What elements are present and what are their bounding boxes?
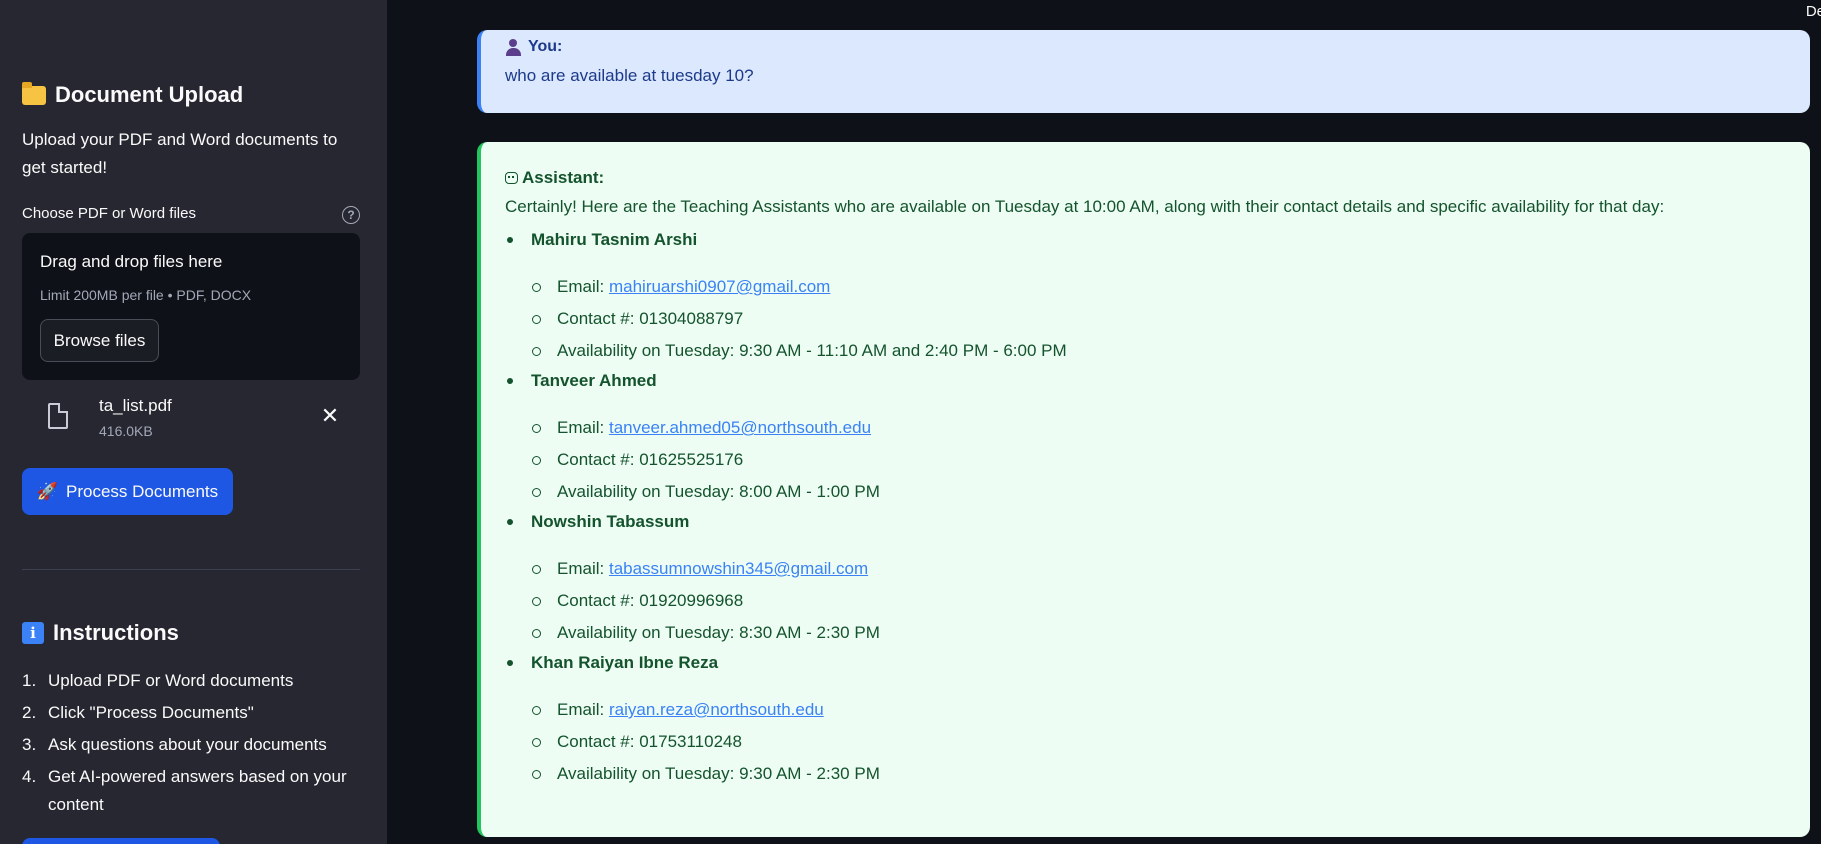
ta-list: Mahiru Tasnim Arshi Email: mahiruarshi09… — [505, 226, 1067, 790]
email-link[interactable]: raiyan.reza@northsouth.edu — [609, 700, 824, 719]
ta-availability: Availability on Tuesday: 8:00 AM - 1:00 … — [505, 476, 1067, 508]
process-documents-button[interactable]: 🚀 Process Documents — [22, 468, 233, 515]
list-item: Mahiru Tasnim Arshi Email: mahiruarshi09… — [505, 226, 1067, 367]
list-item: Khan Raiyan Ibne Reza Email: raiyan.reza… — [505, 649, 1067, 790]
ta-availability: Availability on Tuesday: 8:30 AM - 2:30 … — [505, 617, 1067, 649]
sidebar-bottom-button[interactable] — [22, 838, 220, 844]
email-link[interactable]: tanveer.ahmed05@northsouth.edu — [609, 418, 871, 437]
user-message-text: who are available at tuesday 10? — [505, 66, 754, 85]
list-item: Nowshin Tabassum Email: tabassumnowshin3… — [505, 508, 1067, 649]
instruction-item: 2. Click "Process Documents" — [22, 703, 254, 722]
file-dropzone[interactable]: Drag and drop files here Limit 200MB per… — [22, 233, 360, 380]
file-size: 416.0KB — [99, 423, 153, 439]
upload-heading: Document Upload — [22, 81, 244, 108]
instruction-item: 4. Get AI-powered answers based on your c… — [22, 767, 347, 814]
info-icon: i — [22, 622, 44, 644]
process-documents-label: Process Documents — [66, 481, 219, 501]
email-link[interactable]: mahiruarshi0907@gmail.com — [609, 277, 830, 296]
ta-name: Mahiru Tasnim Arshi — [505, 226, 1067, 258]
list-item: Tanveer Ahmed Email: tanveer.ahmed05@nor… — [505, 367, 1067, 508]
user-icon — [505, 38, 522, 56]
upload-description: Upload your PDF and Word documents to ge… — [22, 130, 338, 177]
ta-email: Email: tanveer.ahmed05@northsouth.edu — [505, 412, 1067, 444]
help-icon[interactable]: ? — [342, 206, 360, 224]
ta-contact: Contact #: 01920996968 — [505, 585, 1067, 617]
ta-availability: Availability on Tuesday: 9:30 AM - 11:10… — [505, 335, 1067, 367]
ta-contact: Contact #: 01625525176 — [505, 444, 1067, 476]
browse-files-button[interactable]: Browse files — [40, 319, 159, 362]
remove-file-icon[interactable]: ✕ — [318, 404, 342, 428]
instructions-heading: i Instructions — [22, 620, 179, 646]
robot-icon — [505, 172, 518, 184]
deploy-button[interactable]: De — [1806, 3, 1821, 20]
file-name: ta_list.pdf — [99, 396, 172, 415]
assistant-intro: Certainly! Here are the Teaching Assista… — [505, 197, 1665, 216]
sidebar: Document Upload Upload your PDF and Word… — [0, 0, 387, 844]
uploaded-file: ta_list.pdf 416.0KB ✕ — [22, 390, 360, 444]
file-icon — [48, 403, 68, 429]
ta-contact: Contact #: 01753110248 — [505, 726, 1067, 758]
instruction-item: 1. Upload PDF or Word documents — [22, 671, 294, 690]
dropzone-limit: Limit 200MB per file • PDF, DOCX — [40, 287, 252, 303]
dropzone-title: Drag and drop files here — [40, 252, 223, 271]
file-uploader-label: Choose PDF or Word files — [22, 205, 196, 222]
ta-name: Khan Raiyan Ibne Reza — [505, 649, 1067, 681]
instructions-title: Instructions — [53, 620, 179, 645]
upload-title: Document Upload — [55, 82, 244, 107]
instructions-list: 1. Upload PDF or Word documents 2. Click "… — [22, 667, 362, 823]
assistant-message: Assistant: Certainly! Here are the Teach… — [477, 142, 1810, 837]
ta-email: Email: raiyan.reza@northsouth.edu — [505, 694, 1067, 726]
instruction-item: 3. Ask questions about your documents — [22, 735, 327, 754]
folder-icon — [22, 81, 46, 105]
ta-email: Email: mahiruarshi0907@gmail.com — [505, 271, 1067, 303]
ta-name: Tanveer Ahmed — [505, 367, 1067, 399]
ta-availability: Availability on Tuesday: 9:30 AM - 2:30 … — [505, 758, 1067, 790]
rocket-icon: 🚀 — [36, 481, 59, 501]
ta-email: Email: tabassumnowshin345@gmail.com — [505, 553, 1067, 585]
user-message: You: who are available at tuesday 10? — [477, 30, 1810, 113]
ta-name: Nowshin Tabassum — [505, 508, 1067, 540]
user-label: You: — [505, 38, 562, 56]
sidebar-divider — [22, 569, 360, 570]
ta-contact: Contact #: 01304088797 — [505, 303, 1067, 335]
assistant-label: Assistant: — [505, 168, 604, 188]
email-link[interactable]: tabassumnowshin345@gmail.com — [609, 559, 868, 578]
